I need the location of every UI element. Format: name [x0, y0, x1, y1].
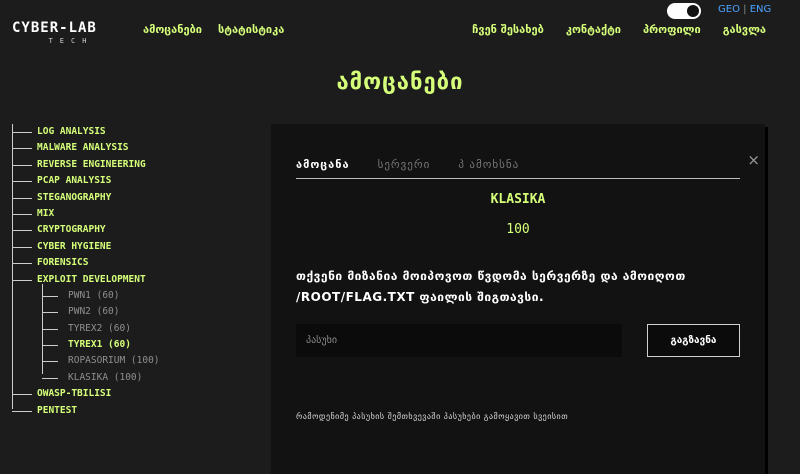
tree-category[interactable]: PCAP ANALYSIS [12, 173, 262, 189]
task-description: თქვენი მიზანია მოიპოვოთ წვდომა სერვერზე … [296, 266, 740, 308]
tree-category[interactable]: CRYPTOGRAPHY [12, 222, 262, 238]
tree-task[interactable]: KLASIKA (100) [12, 370, 262, 386]
category-label[interactable]: EXPLOIT DEVELOPMENT [37, 272, 146, 288]
nav-item-statistics[interactable]: სტატისტიკა [218, 23, 284, 36]
task-points: 100 [506, 222, 530, 237]
tree-category[interactable]: CYBER HYGIENE [12, 239, 262, 255]
tab-server[interactable]: სერვერი [378, 158, 431, 178]
tree-category[interactable]: LOG ANALYSIS [12, 124, 262, 140]
nav-right: ჩვენ შესახებ კონტაქტი პროფილი გასვლა [472, 23, 766, 36]
category-label[interactable]: CYBER HYGIENE [37, 239, 111, 255]
tree-task-active[interactable]: TYREX1 (60) [12, 337, 262, 353]
tree-category[interactable]: MALWARE ANALYSIS [12, 140, 262, 156]
logo-main-text: CYBER-LAB [12, 20, 97, 36]
tree-category[interactable]: FORENSICS [12, 255, 262, 271]
tab-task[interactable]: ამოცანა [296, 158, 350, 178]
theme-toggle[interactable] [667, 3, 701, 19]
nav-item-contact[interactable]: კონტაქტი [566, 23, 621, 36]
close-icon[interactable]: × [747, 151, 760, 169]
task-title: KLASIKA [490, 192, 546, 207]
logo[interactable]: CYBER-LAB TECH [12, 20, 122, 45]
nav-item-profile[interactable]: პროფილი [643, 23, 701, 36]
task-label[interactable]: PWN1 (60) [68, 288, 119, 304]
category-label[interactable]: MIX [37, 206, 54, 222]
task-label[interactable]: ROPASORIUM (100) [68, 353, 160, 369]
category-label[interactable]: FORENSICS [37, 255, 88, 271]
task-modal: ამოცანა სერვერი პ ამოხსნა × KLASIKA 100 … [271, 124, 765, 474]
answer-hint: რამოდენიმე პასუხის შემთხვევაში პასუხები … [296, 412, 569, 421]
category-label[interactable]: LOG ANALYSIS [37, 124, 106, 140]
task-description-line: /ROOT/FLAG.TXT ფაილის შიგთავსი. [296, 290, 545, 304]
category-label[interactable]: OWASP-TBILISI [37, 386, 111, 402]
tab-solution[interactable]: პ ამოხსნა [458, 158, 519, 178]
submit-button[interactable]: გაგზავნა [647, 324, 740, 357]
nav-item-logout[interactable]: გასვლა [723, 23, 766, 36]
task-label[interactable]: KLASIKA (100) [68, 370, 142, 386]
nav-left: ამოცანები სტატისტიკა [143, 23, 284, 36]
tree-category-exploit[interactable]: EXPLOIT DEVELOPMENT [12, 272, 262, 288]
tree-task[interactable]: TYREX2 (60) [12, 321, 262, 337]
category-tree: LOG ANALYSIS MALWARE ANALYSIS REVERSE EN… [12, 124, 262, 419]
modal-tabs: ამოცანა სერვერი პ ამოხსნა [296, 158, 740, 179]
task-label[interactable]: TYREX1 (60) [68, 337, 131, 353]
nav-item-about[interactable]: ჩვენ შესახებ [472, 23, 544, 36]
tree-task[interactable]: PWN2 (60) [12, 304, 262, 320]
theme-toggle-knob [687, 5, 699, 17]
lang-separator: | [743, 4, 747, 15]
tree-category[interactable]: STEGANOGRAPHY [12, 190, 262, 206]
answer-input[interactable] [296, 324, 622, 357]
task-label[interactable]: TYREX2 (60) [68, 321, 131, 337]
category-label[interactable]: CRYPTOGRAPHY [37, 222, 106, 238]
category-label[interactable]: STEGANOGRAPHY [37, 190, 111, 206]
logo-sub-text: TECH [48, 37, 94, 45]
tree-category[interactable]: REVERSE ENGINEERING [12, 157, 262, 173]
nav-item-tasks[interactable]: ამოცანები [143, 23, 202, 36]
tree-category[interactable]: OWASP-TBILISI [12, 386, 262, 402]
category-label[interactable]: PENTEST [37, 403, 77, 419]
tree-task[interactable]: ROPASORIUM (100) [12, 353, 262, 369]
task-label[interactable]: PWN2 (60) [68, 304, 119, 320]
page-title: ამოცანები [336, 70, 464, 95]
lang-eng-link[interactable]: ENG [750, 4, 772, 15]
tree-task[interactable]: PWN1 (60) [12, 288, 262, 304]
category-label[interactable]: MALWARE ANALYSIS [37, 140, 129, 156]
tree-category[interactable]: MIX [12, 206, 262, 222]
task-description-line: თქვენი მიზანია მოიპოვოთ წვდომა სერვერზე … [296, 269, 686, 283]
category-label[interactable]: REVERSE ENGINEERING [37, 157, 146, 173]
language-switcher: GEO | ENG [718, 4, 771, 15]
tree-category[interactable]: PENTEST [12, 403, 262, 419]
category-label[interactable]: PCAP ANALYSIS [37, 173, 111, 189]
lang-geo-link[interactable]: GEO [718, 4, 740, 15]
